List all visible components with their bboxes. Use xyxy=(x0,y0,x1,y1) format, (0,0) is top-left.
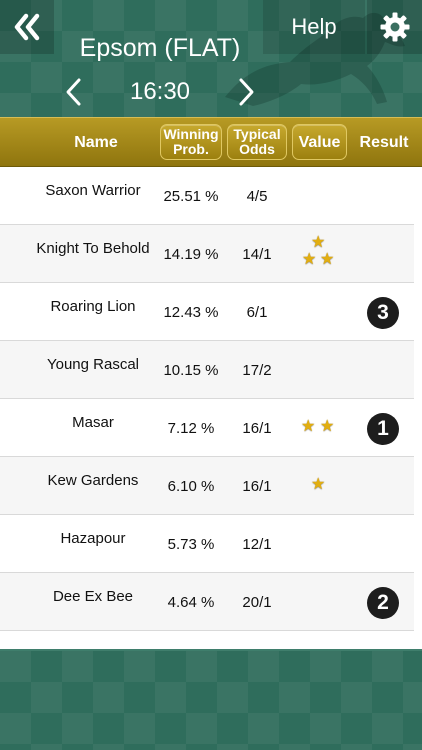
star-icon: ★ xyxy=(320,418,335,435)
result-cell xyxy=(352,457,414,513)
column-winning-prob-button[interactable]: Winning Prob. xyxy=(160,124,222,160)
column-name-header[interactable]: Name xyxy=(40,118,152,168)
result-cell: 2 xyxy=(352,573,414,629)
column-result-header[interactable]: Result xyxy=(352,118,416,168)
result-cell: 3 xyxy=(352,283,414,339)
value-rating: ★ ★ ★ xyxy=(290,225,346,281)
table-row[interactable]: Masar 7.12 % 16/1 ★ ★ 1 xyxy=(0,399,414,457)
winning-probability: 10.15 % xyxy=(163,362,219,379)
table-row[interactable]: Roaring Lion 12.43 % 6/1 3 xyxy=(0,283,414,341)
star-icon: ★ xyxy=(302,251,317,268)
settings-button[interactable] xyxy=(367,0,422,54)
result-cell xyxy=(352,515,414,571)
table-bottom-divider xyxy=(0,649,422,651)
table-row[interactable]: Dee Ex Bee 4.64 % 20/1 2 xyxy=(0,573,414,631)
winning-probability: 25.51 % xyxy=(163,188,219,205)
result-badge: 1 xyxy=(367,413,399,445)
column-prob-line2: Prob. xyxy=(173,141,209,157)
double-chevron-left-icon xyxy=(14,13,40,41)
chevron-right-icon[interactable] xyxy=(231,76,261,108)
help-button[interactable]: Help xyxy=(263,0,365,54)
app-header: Help Epsom (FLAT) 16:30 xyxy=(0,0,422,117)
value-rating xyxy=(290,515,346,571)
result-cell xyxy=(352,225,414,281)
runner-table: Saxon Warrior 25.51 % 4/5 Knight To Behold 1… xyxy=(0,167,422,649)
star-icon: ★ xyxy=(320,251,335,268)
result-cell xyxy=(352,167,414,223)
chevron-left-icon[interactable] xyxy=(59,76,89,108)
value-rating xyxy=(290,341,346,397)
table-row[interactable]: Kew Gardens 6.10 % 16/1 ★ xyxy=(0,457,414,515)
typical-odds: 14/1 xyxy=(242,246,272,263)
winning-probability: 7.12 % xyxy=(167,420,215,437)
back-button[interactable] xyxy=(0,0,54,54)
column-value-button[interactable]: Value xyxy=(292,124,347,160)
star-icon: ★ xyxy=(311,234,326,251)
result-cell: 1 xyxy=(352,399,414,455)
race-time: 16:30 xyxy=(129,78,191,105)
typical-odds: 17/2 xyxy=(242,362,272,379)
column-odds-line2: Odds xyxy=(239,141,275,157)
column-odds-line1: Typical xyxy=(233,126,281,142)
race-title: Epsom (FLAT) xyxy=(79,34,241,62)
value-rating xyxy=(290,167,346,223)
typical-odds: 12/1 xyxy=(242,536,272,553)
star-icon: ★ xyxy=(301,418,316,435)
result-cell xyxy=(352,341,414,397)
typical-odds: 16/1 xyxy=(242,478,272,495)
column-header-bar: Name Winning Prob. Typical Odds Value Resu… xyxy=(0,117,422,167)
gear-icon xyxy=(380,12,409,42)
race-time-selector: 16:30 xyxy=(55,72,265,112)
table-row[interactable]: Young Rascal 10.15 % 17/2 xyxy=(0,341,414,399)
typical-odds: 4/5 xyxy=(246,188,268,205)
column-prob-line1: Winning xyxy=(163,126,219,142)
column-typical-odds-button[interactable]: Typical Odds xyxy=(227,124,287,160)
value-rating: ★ ★ xyxy=(290,399,346,455)
table-row[interactable]: Knight To Behold 14.19 % 14/1 ★ ★ ★ xyxy=(0,225,414,283)
result-badge: 2 xyxy=(367,587,399,619)
value-rating xyxy=(290,573,346,629)
winning-probability: 6.10 % xyxy=(167,478,215,495)
value-rating: ★ xyxy=(290,457,346,513)
winning-probability: 12.43 % xyxy=(163,304,219,321)
typical-odds: 6/1 xyxy=(246,304,268,321)
typical-odds: 20/1 xyxy=(242,594,272,611)
result-badge: 3 xyxy=(367,297,399,329)
table-row[interactable]: Saxon Warrior 25.51 % 4/5 xyxy=(0,167,414,225)
winning-probability: 4.64 % xyxy=(167,594,215,611)
winning-probability: 5.73 % xyxy=(167,536,215,553)
typical-odds: 16/1 xyxy=(242,420,272,437)
winning-probability: 14.19 % xyxy=(163,246,219,263)
table-row[interactable]: Hazapour 5.73 % 12/1 xyxy=(0,515,414,573)
star-icon: ★ xyxy=(311,476,326,493)
value-rating xyxy=(290,283,346,339)
